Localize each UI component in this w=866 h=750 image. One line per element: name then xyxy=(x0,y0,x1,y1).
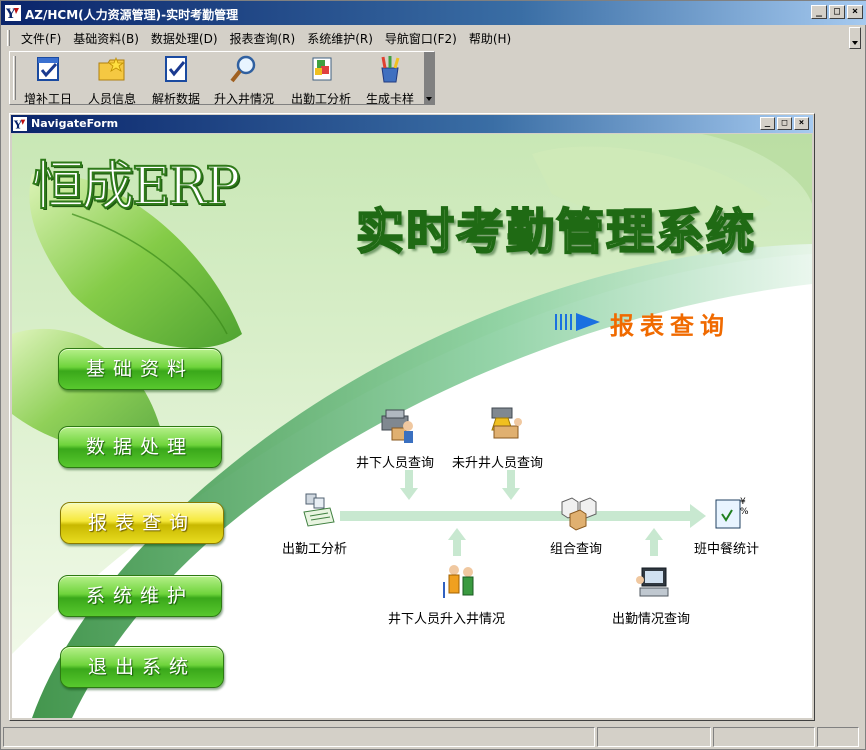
title-bar[interactable]: Y AZ/HCM(人力资源管理)-实时考勤管理 _ □ × xyxy=(1,1,866,25)
nav-button-data-processing[interactable]: 数据处理 xyxy=(58,426,222,468)
calendar-check-icon xyxy=(37,57,59,81)
menu-data-processing[interactable]: 数据处理(D) xyxy=(145,28,224,49)
puzzle-document-icon xyxy=(312,57,332,81)
menu-system-maintenance[interactable]: 系统维护(R) xyxy=(301,28,379,49)
app-logo-icon: Y xyxy=(5,5,21,21)
flow-node-underground-query[interactable]: 井下人员查询 xyxy=(356,452,434,471)
form-minimize-button[interactable]: _ xyxy=(760,117,775,130)
mdi-background xyxy=(819,109,863,723)
form-close-button[interactable]: × xyxy=(794,117,809,130)
toolbar-label: 增补工日 xyxy=(23,92,72,106)
section-title: 报表查询 xyxy=(610,311,730,340)
underground-staff-query-icon[interactable] xyxy=(378,406,418,446)
navigate-form-title-bar[interactable]: Y NavigateForm _ □ × xyxy=(11,115,813,133)
maximize-button[interactable]: □ xyxy=(829,5,845,19)
brand-logo: 恒成ERP xyxy=(31,156,241,218)
nav-button-basic-data[interactable]: 基础资料 xyxy=(58,348,222,390)
toolbar-button-staff-info[interactable]: 人员信息 xyxy=(84,54,140,106)
system-title: 实时考勤管理系统 xyxy=(355,203,757,261)
toolbar-button-shaft-inout[interactable]: 升入井情况 xyxy=(212,54,276,106)
form-logo-icon: Y xyxy=(13,117,27,131)
shaft-inout-icon[interactable] xyxy=(440,562,480,602)
toolbar-grip xyxy=(13,56,16,100)
attendance-analysis-icon[interactable] xyxy=(298,490,338,530)
flow-node-shaft-inout[interactable]: 井下人员升入井情况 xyxy=(388,608,505,627)
not-up-staff-query-icon[interactable] xyxy=(486,404,526,444)
section-arrow-icon xyxy=(554,310,604,337)
toolbar-label: 人员信息 xyxy=(87,92,136,106)
svg-text:Y: Y xyxy=(5,7,16,21)
toolbar-overflow-button[interactable] xyxy=(424,52,434,104)
toolbar: 增补工日 人员信息 解析数据 升入井情况 出勤工分析 生成卡样 xyxy=(9,51,435,106)
form-maximize-button[interactable]: □ xyxy=(777,117,792,130)
toolbar-label: 出勤工分析 xyxy=(290,92,351,106)
svg-text:Y: Y xyxy=(13,117,23,131)
pencil-cup-icon xyxy=(381,56,400,83)
attendance-query-icon[interactable] xyxy=(632,562,672,602)
window-title: AZ/HCM(人力资源管理)-实时考勤管理 xyxy=(25,8,239,22)
navigate-form-title: NavigateForm xyxy=(31,117,119,130)
status-panel-1 xyxy=(3,727,595,747)
menu-report-query[interactable]: 报表查询(R) xyxy=(224,28,302,49)
flow-node-not-up-query[interactable]: 未升井人员查询 xyxy=(452,452,543,471)
flow-node-attendance-query[interactable]: 出勤情况查询 xyxy=(612,608,690,627)
status-bar xyxy=(3,727,863,747)
menu-grip xyxy=(7,30,10,46)
status-panel-4 xyxy=(817,727,859,747)
navigation-canvas: 恒成ERP 实时考勤管理系统 报表查询 基础资料 数据处理 报表查询 系统维护 … xyxy=(12,134,812,718)
flow-node-attendance-analysis[interactable]: 出勤工分析 xyxy=(282,538,347,557)
toolbar-button-generate-card[interactable]: 生成卡样 xyxy=(362,54,418,106)
menu-help[interactable]: 帮助(H) xyxy=(463,28,517,49)
menubar-overflow-button[interactable] xyxy=(849,27,861,49)
nav-button-exit-system[interactable]: 退出系统 xyxy=(60,646,224,688)
folder-star-icon xyxy=(98,56,125,81)
minimize-button[interactable]: _ xyxy=(811,5,827,19)
toolbar-label: 生成卡样 xyxy=(365,92,414,106)
toolbar-label: 升入井情况 xyxy=(213,92,274,106)
toolbar-label: 解析数据 xyxy=(151,92,200,106)
menu-file[interactable]: 文件(F) xyxy=(15,28,67,49)
toolbar-button-add-workday[interactable]: 增补工日 xyxy=(20,54,76,106)
toolbar-button-parse-data[interactable]: 解析数据 xyxy=(148,54,204,106)
app-window: Y AZ/HCM(人力资源管理)-实时考勤管理 _ □ × 文件(F) 基础资料… xyxy=(0,0,866,750)
svg-text:¥: ¥ xyxy=(740,497,746,507)
close-button[interactable]: × xyxy=(847,5,863,19)
nav-button-report-query[interactable]: 报表查询 xyxy=(60,502,224,544)
combined-query-icon[interactable] xyxy=(558,494,598,534)
flow-node-meal-stats[interactable]: 班中餐统计 xyxy=(694,538,759,557)
flow-node-combined-query[interactable]: 组合查询 xyxy=(550,538,602,557)
document-check-icon xyxy=(165,56,187,82)
status-panel-2 xyxy=(597,727,711,747)
magnifier-icon xyxy=(230,55,256,83)
navigate-form-window: Y NavigateForm _ □ × 恒成ERP 实时考勤管理系统 报表查询… xyxy=(9,113,815,721)
menu-basic-data[interactable]: 基础资料(B) xyxy=(67,28,145,49)
menu-bar: 文件(F) 基础资料(B) 数据处理(D) 报表查询(R) 系统维护(R) 导航… xyxy=(3,27,849,49)
meal-stats-icon[interactable]: ¥ % xyxy=(712,494,752,534)
toolbar-button-attendance-analysis[interactable]: 出勤工分析 xyxy=(288,54,354,106)
status-panel-3 xyxy=(713,727,815,747)
menu-navigation-window[interactable]: 导航窗口(F2) xyxy=(379,28,463,49)
nav-button-system-maintenance[interactable]: 系统维护 xyxy=(58,575,222,617)
svg-text:%: % xyxy=(740,507,749,517)
